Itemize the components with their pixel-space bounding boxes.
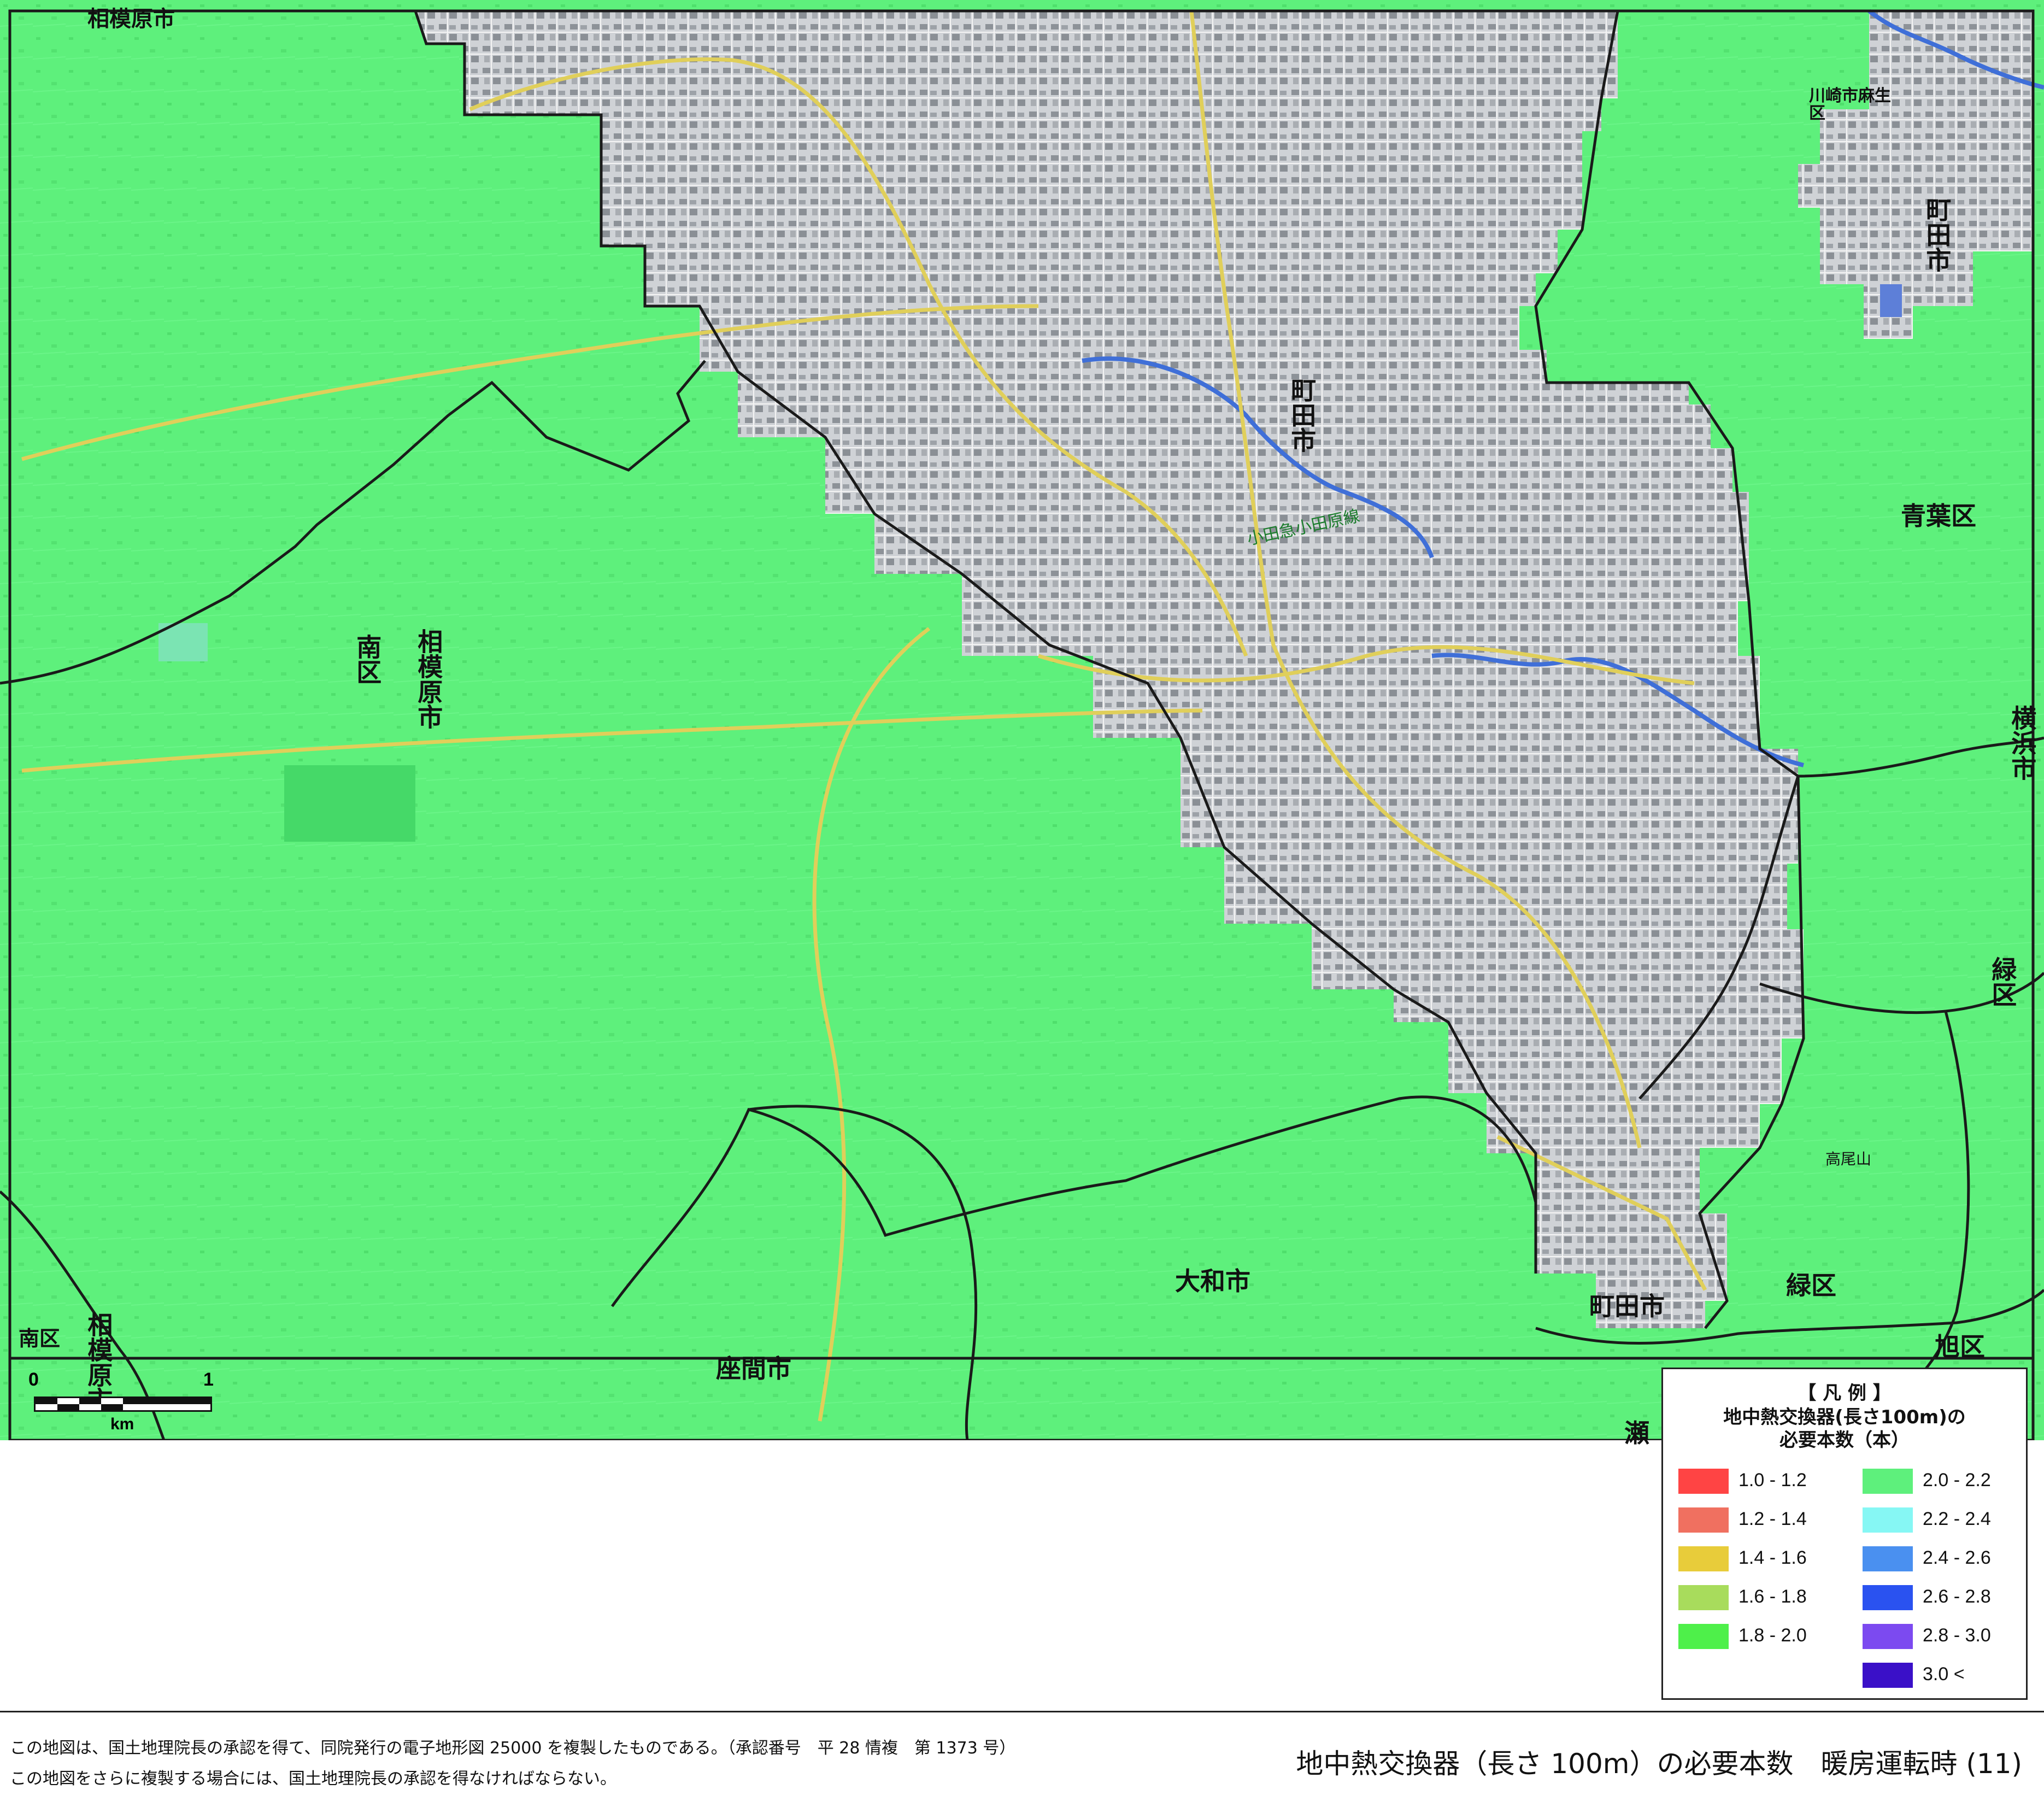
legend-label: 1.4 - 1.6 bbox=[1738, 1547, 1807, 1568]
place-label-zama: 座間市 bbox=[716, 1354, 791, 1383]
place-label-machida-center: 町田市 bbox=[1287, 377, 1317, 453]
legend-label: 1.8 - 2.0 bbox=[1738, 1625, 1807, 1646]
place-label-yokohama: 横浜市 bbox=[2007, 705, 2037, 781]
legend-swatch bbox=[1678, 1507, 1729, 1533]
place-label-se: 瀬 bbox=[1624, 1418, 1649, 1448]
legend-label: 1.0 - 1.2 bbox=[1738, 1470, 1807, 1491]
place-label-minami-ku: 南区 bbox=[353, 634, 383, 684]
legend-swatch bbox=[1863, 1507, 1913, 1533]
legend-swatch bbox=[1863, 1546, 1913, 1571]
scale-one: 1 bbox=[203, 1369, 214, 1390]
map-title: 地中熱交換器（長さ 100m）の必要本数 暖房運転時 (11) bbox=[1296, 1748, 2022, 1780]
legend-label: 1.6 - 1.8 bbox=[1738, 1586, 1807, 1607]
scale-unit: km bbox=[110, 1415, 134, 1433]
scale-zero: 0 bbox=[28, 1369, 39, 1390]
legend-label: 3.0 < bbox=[1923, 1664, 1965, 1685]
place-label-minami-ku-southwest: 南区 bbox=[19, 1327, 61, 1351]
place-label-machida-northeast: 町田市 bbox=[1922, 197, 1952, 272]
park-block bbox=[284, 765, 415, 842]
footer: この地図は、国土地理院長の承認を得て、同院発行の電子地形図 25000 を複製し… bbox=[0, 1711, 2044, 1813]
legend-swatch bbox=[1678, 1469, 1729, 1494]
legend-swatch bbox=[1863, 1663, 1913, 1688]
place-label-asahi-ku: 旭区 bbox=[1935, 1332, 1985, 1362]
place-label-aoba-ku: 青葉区 bbox=[1901, 501, 1976, 531]
place-label-sagamihara-vertical: 相模原市 bbox=[414, 629, 444, 729]
legend-swatch bbox=[1678, 1624, 1729, 1649]
legend-label: 1.2 - 1.4 bbox=[1738, 1509, 1807, 1529]
legend-swatch bbox=[1863, 1585, 1913, 1610]
place-label-sagamihara: 相模原市 bbox=[87, 7, 175, 32]
legend-label: 2.0 - 2.2 bbox=[1923, 1470, 1991, 1491]
copyright-note-2: この地図をさらに複製する場合には、国土地理院長の承認を得なければならない。 bbox=[10, 1769, 616, 1788]
legend-swatch bbox=[1863, 1469, 1913, 1494]
copyright-note-1: この地図は、国土地理院長の承認を得て、同院発行の電子地形図 25000 を複製し… bbox=[10, 1739, 1016, 1758]
place-label-kawasaki-asao: 川崎市麻生区 bbox=[1809, 86, 1891, 123]
legend-label: 2.4 - 2.6 bbox=[1923, 1547, 1991, 1568]
place-label-takaozan: 高尾山 bbox=[1825, 1150, 1872, 1168]
place-label-machida-south: 町田市 bbox=[1589, 1292, 1665, 1321]
legend-swatch bbox=[1678, 1585, 1729, 1610]
scale-bar-track bbox=[34, 1397, 212, 1412]
legend-heading: 【 凡 例 】 bbox=[1798, 1382, 1892, 1404]
pond bbox=[1880, 284, 1902, 317]
place-label-midori-ku-south: 緑区 bbox=[1786, 1271, 1836, 1300]
place-label-midori-ku: 緑区 bbox=[1988, 957, 2018, 1007]
legend-swatch bbox=[1678, 1546, 1729, 1571]
legend-label: 2.8 - 3.0 bbox=[1923, 1625, 1991, 1646]
legend-label: 2.2 - 2.4 bbox=[1923, 1509, 1991, 1529]
legend-title-line2: 必要本数（本） bbox=[1779, 1429, 1910, 1451]
scale-bar: 0 1 km bbox=[28, 1369, 214, 1435]
legend-swatch bbox=[1863, 1624, 1913, 1649]
legend: 【 凡 例 】 地中熱交換器(長さ100m)の 必要本数（本） 1.0 - 1.… bbox=[1661, 1368, 2028, 1700]
legend-label: 2.6 - 2.8 bbox=[1923, 1586, 1991, 1607]
place-label-yamato: 大和市 bbox=[1175, 1266, 1250, 1296]
